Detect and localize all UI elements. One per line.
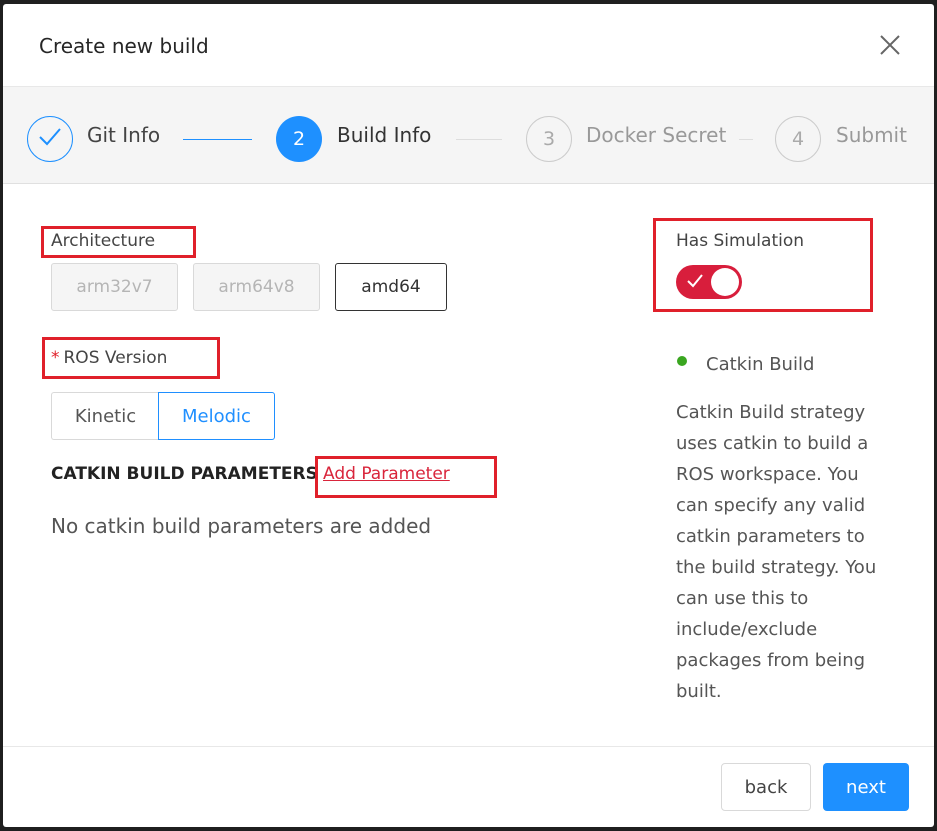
arch-option-amd64[interactable]: amd64: [335, 263, 447, 311]
step-connector-3: [739, 139, 753, 140]
catkin-params-empty-text: No catkin build parameters are added: [51, 514, 432, 538]
step-connector-2: [456, 139, 502, 140]
steps-bar: Git Info 2 Build Info 3 Docker Secret 4 …: [3, 87, 934, 184]
highlight-box-has-simulation: [653, 218, 873, 312]
step-1-label[interactable]: Git Info: [87, 123, 160, 147]
step-2-circle[interactable]: 2: [276, 116, 322, 162]
step-3-label[interactable]: Docker Secret: [586, 123, 726, 147]
arch-option-arm64v8[interactable]: arm64v8: [193, 263, 320, 311]
highlight-box-add-parameter: [315, 456, 497, 498]
close-icon[interactable]: [877, 32, 903, 58]
next-button[interactable]: next: [823, 763, 909, 811]
modal-header: Create new build: [3, 4, 934, 87]
step-2-number: 2: [292, 128, 306, 150]
strategy-description: Catkin Build strategy uses catkin to bui…: [676, 402, 877, 702]
create-build-modal: Create new build Git Info 2 Build Info 3…: [3, 4, 934, 827]
ros-version-selector: Kinetic Melodic: [51, 392, 275, 440]
arch-option-arm32v7[interactable]: arm32v7: [51, 263, 178, 311]
step-connector-1: [183, 139, 252, 140]
step-3-circle[interactable]: 3: [526, 116, 572, 162]
step-4-circle[interactable]: 4: [775, 116, 821, 162]
strategy-name: Catkin Build: [706, 354, 815, 375]
catkin-params-heading: CATKIN BUILD PARAMETERS: [51, 464, 318, 484]
step-1-circle[interactable]: [27, 116, 73, 162]
step-4-label[interactable]: Submit: [836, 123, 907, 147]
modal-title: Create new build: [39, 34, 209, 58]
checkmark-icon: [38, 127, 62, 152]
step-3-number: 3: [542, 128, 556, 150]
step-2-label[interactable]: Build Info: [337, 123, 431, 147]
status-dot-icon: [677, 356, 687, 366]
ros-option-melodic[interactable]: Melodic: [158, 392, 275, 440]
ros-option-kinetic[interactable]: Kinetic: [51, 392, 159, 440]
step-4-number: 4: [791, 128, 805, 150]
highlight-box-architecture: [41, 226, 196, 258]
back-button[interactable]: back: [721, 763, 811, 811]
highlight-box-ros-version: [42, 337, 220, 379]
